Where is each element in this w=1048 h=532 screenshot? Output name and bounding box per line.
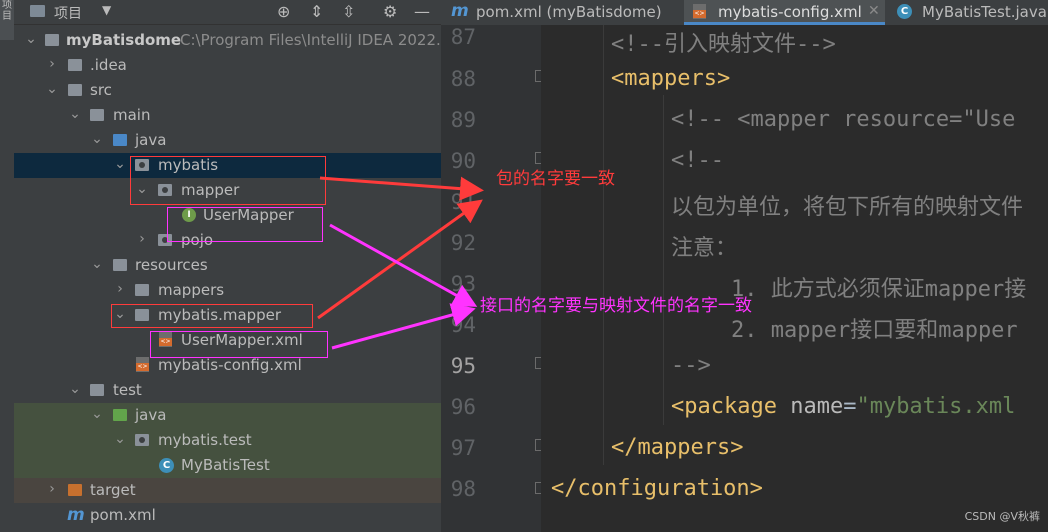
annotation-package: 包的名字要一致 xyxy=(496,169,615,189)
watermark: CSDN @V秋裤 xyxy=(964,510,1040,523)
annotation-arrows xyxy=(317,176,484,350)
annotation-interface: 接口的名字要与映射文件的名字一致 xyxy=(480,296,752,316)
arrow-interface-bottom xyxy=(331,303,476,350)
arrow-package-bottom xyxy=(317,199,483,320)
arrow-package-top xyxy=(319,176,484,201)
arrow-interface-top xyxy=(329,223,478,307)
